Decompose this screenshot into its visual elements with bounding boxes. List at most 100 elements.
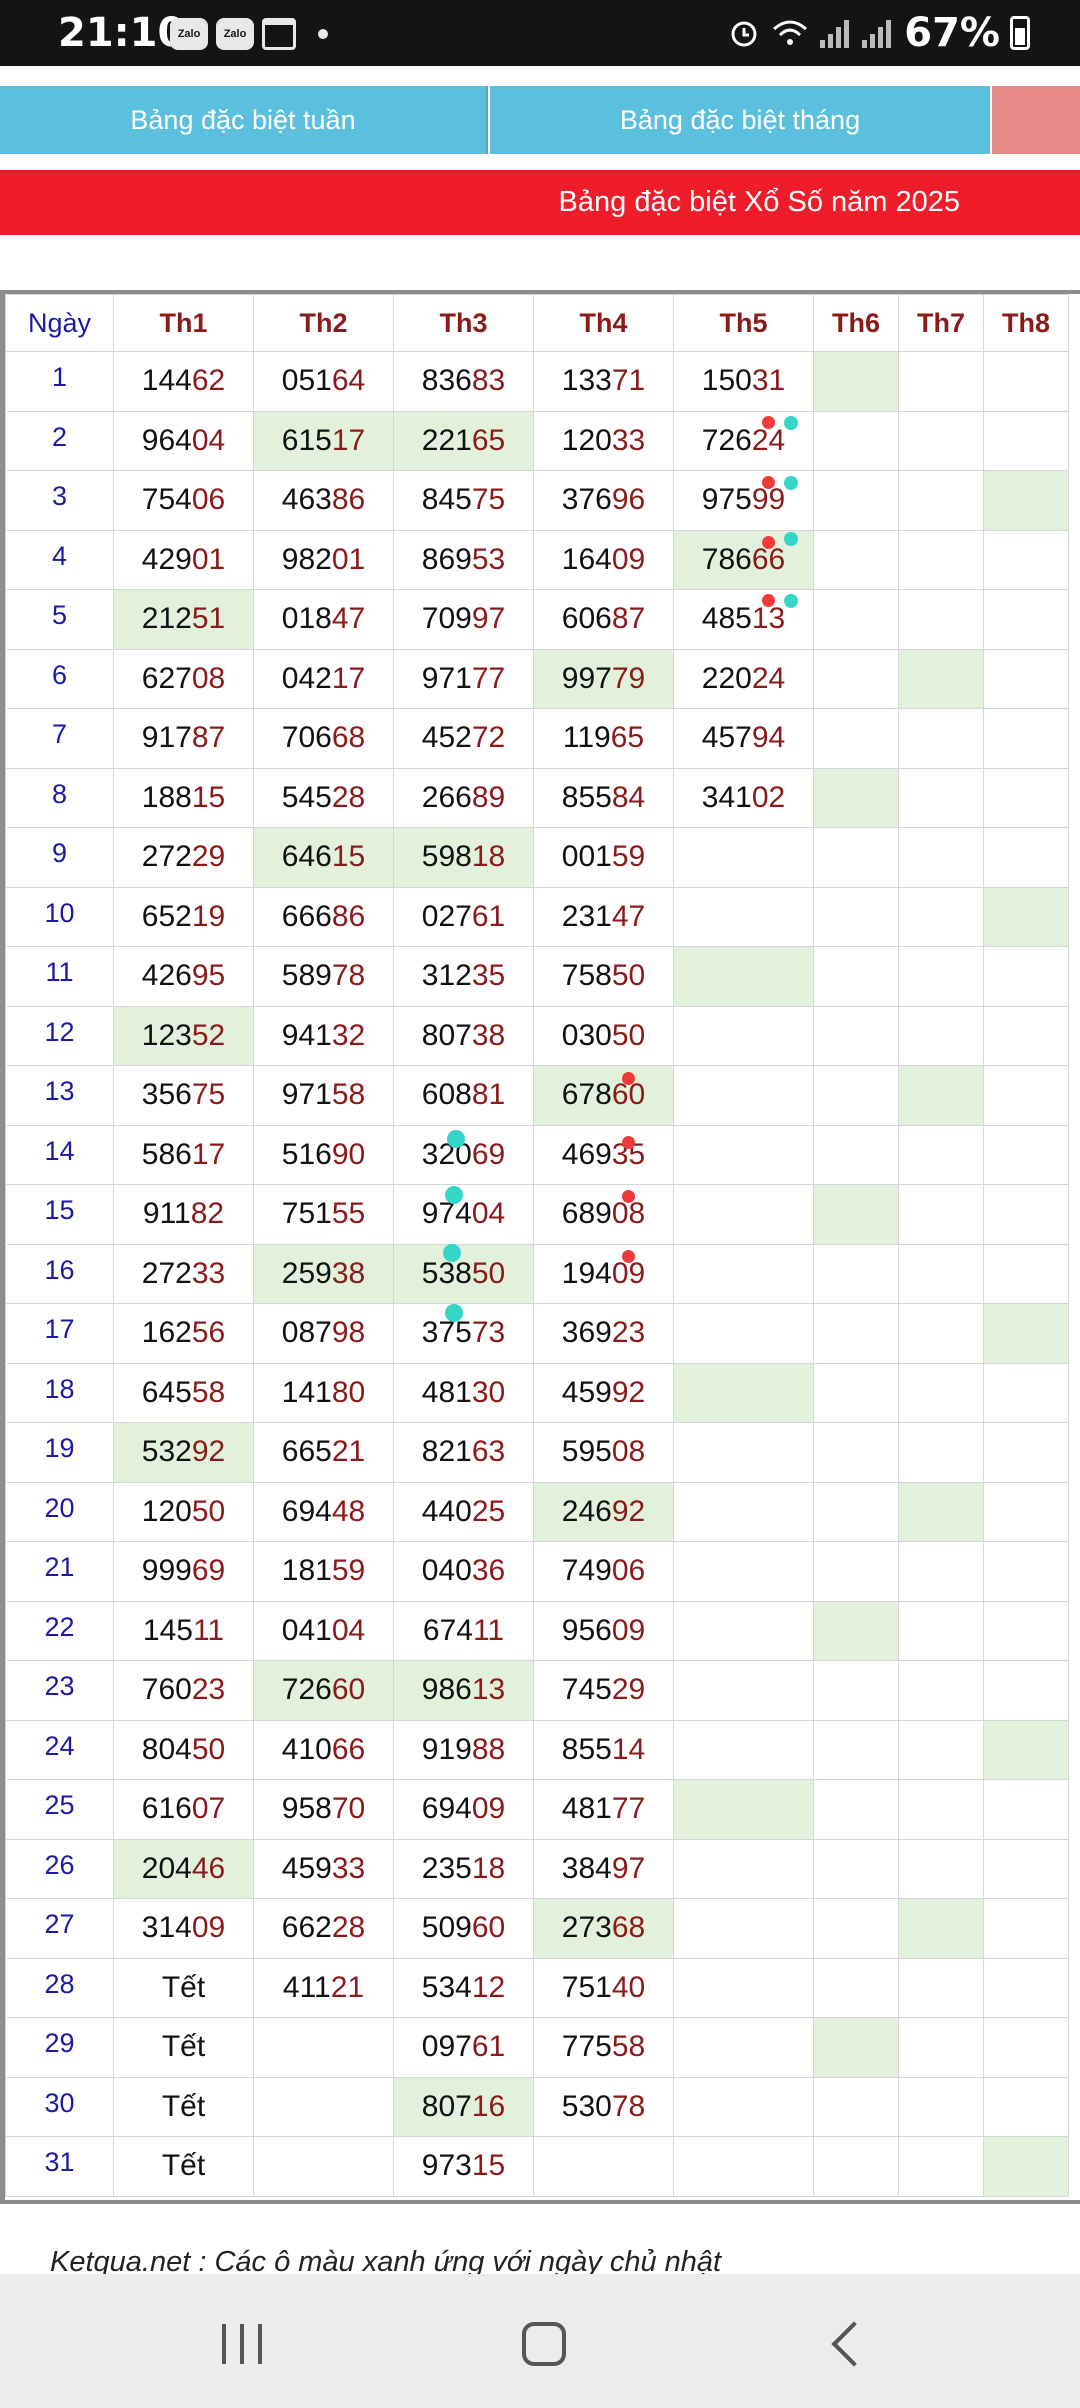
result-tail-digits: 40 [611,1970,646,2004]
result-tail-digits: 70 [331,1792,366,1826]
result-head-digits: 204 [141,1851,192,1885]
result-head-digits: 532 [141,1435,192,1469]
tab-monthly-special[interactable]: Bảng đặc biệt tháng [490,86,990,154]
result-head-digits: 463 [281,483,332,517]
marker-dot [447,1130,465,1148]
result-cell: 70668 [253,708,394,769]
result-tail-digits: 52 [191,1018,226,1052]
column-header-day: Ngày [5,294,114,352]
result-head-digits: 481 [561,1792,612,1826]
back-icon[interactable] [831,2321,877,2367]
tab-weekly-special[interactable]: Bảng đặc biệt tuần [0,86,488,154]
result-cell [983,1362,1069,1423]
result-tail-digits: 25 [471,1494,506,1528]
result-cell: 11965 [533,708,674,769]
result-tail-digits: 38 [331,1256,366,1290]
result-cell: 22165 [393,410,534,471]
result-cell: 64615 [253,827,394,888]
result-head-digits: 845 [421,483,472,517]
result-cell [673,1898,814,1959]
result-cell: 45272 [393,708,534,769]
result-cell [983,529,1069,590]
result-cell [983,946,1069,1007]
result-tail-digits: 75 [191,1078,226,1112]
result-tail-digits: 71 [611,364,646,398]
result-cell [813,1898,899,1959]
tab-yearly-special[interactable] [992,86,1080,154]
result-cell: 58617 [113,1124,254,1185]
result-tail-digits: 88 [471,1732,506,1766]
result-head-digits: 001 [561,840,612,874]
alarm-icon [731,21,757,47]
result-tail-digits: 21 [330,1970,365,2004]
result-cell: 97404 [393,1184,534,1245]
day-number: 24 [5,1719,114,1780]
result-cell: 27233 [113,1243,254,1304]
result-head-digits: 459 [281,1851,332,1885]
day-number: 14 [5,1124,114,1185]
result-head-digits: 516 [281,1137,332,1171]
status-time: 21:10 [58,10,186,56]
result-head-digits: 538 [421,1256,472,1290]
marker-dot [762,536,775,549]
result-cell: 72660 [253,1660,394,1721]
day-number: 6 [5,648,114,709]
result-head-digits: 754 [141,483,192,517]
marker-dot [762,416,775,429]
result-cell: 85584 [533,767,674,828]
result-head-digits: 145 [142,1613,193,1647]
result-cell: 01847 [253,589,394,650]
result-cell: 96404 [113,410,254,471]
result-tail-digits: 09 [471,1792,506,1826]
table-row: 3 75406 46386 84575 37696 97599 [5,470,1069,531]
recent-apps-icon[interactable] [222,2324,262,2364]
result-cell [898,2076,984,2137]
day-number: 13 [5,1065,114,1126]
result-tail-digits: 04 [471,1197,506,1231]
result-head-digits: 164 [561,542,612,576]
result-tail-digits: 98 [331,1316,366,1350]
result-tail-digits: 94 [751,721,786,755]
result-tail-digits: 18 [471,840,506,874]
result-tail-digits: 59 [611,840,646,874]
result-cell: 26689 [393,767,534,828]
table-row: 16 27233 25938 53850 19409 [5,1243,1069,1304]
result-tail-digits: 56 [191,1316,226,1350]
day-number: 7 [5,708,114,769]
result-cell: 48177 [533,1779,674,1840]
result-tail-digits: 15 [471,2149,506,2183]
result-cell [813,946,899,1007]
result-cell [813,1124,899,1185]
result-head-digits: 030 [561,1018,612,1052]
result-cell [983,648,1069,709]
home-icon[interactable] [522,2322,566,2366]
result-tail-digits: 06 [191,483,226,517]
marker-dot [784,476,798,490]
result-tail-digits: 50 [611,959,646,993]
result-cell [813,1838,899,1899]
result-cell: 18159 [253,1541,394,1602]
result-head-digits: 855 [561,1732,612,1766]
result-head-digits: 745 [561,1673,612,1707]
result-cell: 98613 [393,1660,534,1721]
result-head-digits: 188 [141,780,192,814]
column-header-month: Th1 [113,294,254,352]
result-head-digits: 821 [421,1435,472,1469]
result-tail-digits: 84 [611,780,646,814]
result-cell: 67860 [533,1065,674,1126]
result-tail-digits: 58 [331,1078,366,1112]
result-cell: 09761 [393,2017,534,2078]
result-tail-digits: 13 [751,602,786,636]
status-bar: 21:10 Zalo Zalo 67% [0,0,1080,66]
day-number: 11 [5,946,114,1007]
result-cell: 53412 [393,1957,534,2018]
result-cell [898,1065,984,1126]
result-tail-digits: 02 [751,780,786,814]
result-tail-digits: 61 [471,899,506,933]
result-cell: 50960 [393,1898,534,1959]
result-tail-digits: 92 [611,1375,646,1409]
result-cell [813,767,899,828]
result-cell [898,2136,984,2197]
result-cell [813,1719,899,1780]
result-head-digits: 666 [281,899,332,933]
